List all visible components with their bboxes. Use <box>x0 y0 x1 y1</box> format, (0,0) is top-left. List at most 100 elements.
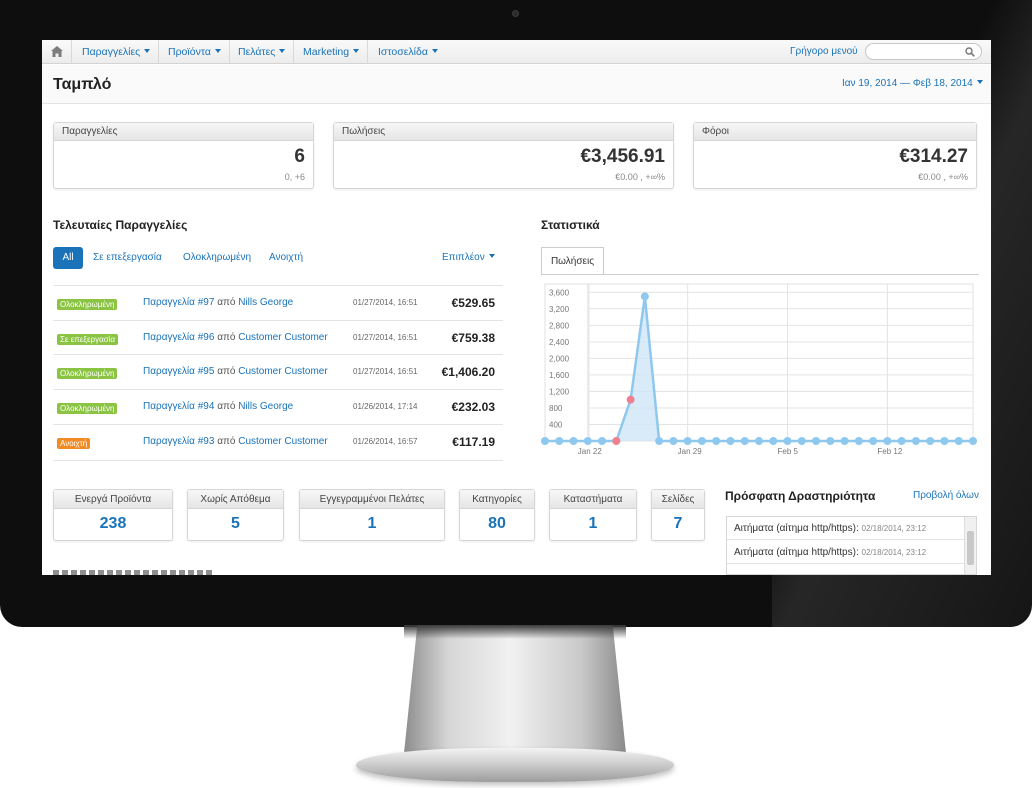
count-value: 1 <box>588 515 598 532</box>
order-row[interactable]: Ανοιχτή Παραγγελία #93 από Customer Cust… <box>53 424 503 459</box>
data-point <box>940 437 949 445</box>
nav-products-label: Προϊόντα <box>168 46 211 58</box>
data-point <box>797 437 806 445</box>
data-point <box>854 437 863 445</box>
y-tick-label: 3,600 <box>549 288 570 297</box>
count-active-products[interactable]: Ενεργά Προϊόντα 238 <box>53 489 173 541</box>
nav-marketing[interactable]: Marketing <box>295 40 369 64</box>
order-row[interactable]: Σε επεξεργασία Παραγγελία #96 από Custom… <box>53 320 503 355</box>
order-date: 01/26/2014, 17:14 <box>353 402 418 411</box>
status-badge: Ολοκληρωμένη <box>57 299 118 310</box>
order-link[interactable]: Παραγγελία #96 από Customer Customer <box>143 332 328 343</box>
top-navigation: Παραγγελίες Προϊόντα Πελάτες Marketing Ι… <box>42 40 991 64</box>
order-row[interactable]: Ολοκληρωμένη Παραγγελία #94 από Nills Ge… <box>53 389 503 424</box>
y-tick-label: 1,200 <box>549 387 570 396</box>
order-date: 01/27/2014, 16:51 <box>353 333 418 342</box>
caret-down-icon <box>353 49 360 53</box>
activity-item[interactable]: Αιτήματα (αίτημα http/https): 02/18/2014… <box>727 517 964 540</box>
order-link[interactable]: Παραγγελία #94 από Nills George <box>143 401 293 412</box>
order-number: Παραγγελία #95 <box>143 366 215 377</box>
data-point <box>826 437 835 445</box>
filter-all[interactable]: All <box>53 247 83 269</box>
by-word: από <box>217 401 236 412</box>
count-value: 7 <box>673 515 683 532</box>
divider <box>53 460 503 461</box>
customer-name: Customer Customer <box>238 366 328 377</box>
count-categories[interactable]: Κατηγορίες 80 <box>459 489 535 541</box>
data-point <box>969 437 977 445</box>
data-point <box>697 437 706 445</box>
data-point <box>569 437 578 445</box>
search-input[interactable] <box>865 43 982 60</box>
y-tick-label: 2,800 <box>549 321 570 330</box>
view-all-link[interactable]: Προβολή όλων <box>913 490 979 501</box>
date-range-label: Ιαν 19, 2014 — Φεβ 18, 2014 <box>842 78 973 89</box>
data-point <box>911 437 920 445</box>
more-dropdown[interactable]: Επιπλέον <box>442 247 495 269</box>
date-range-picker[interactable]: Ιαν 19, 2014 — Φεβ 18, 2014 <box>842 78 983 89</box>
order-link[interactable]: Παραγγελία #95 από Customer Customer <box>143 366 328 377</box>
count-label: Σελίδες <box>652 490 704 509</box>
count-registered-customers[interactable]: Εγγεγραμμένοι Πελάτες 1 <box>299 489 445 541</box>
order-row[interactable]: Ολοκληρωμένη Παραγγελία #97 από Nills Ge… <box>53 285 503 320</box>
caret-down-icon <box>214 49 221 53</box>
by-word: από <box>217 366 236 377</box>
next-section-title-cutoff <box>53 570 213 575</box>
stat-change: €0.00 , +∞% <box>615 172 665 182</box>
nav-orders[interactable]: Παραγγελίες <box>74 40 160 64</box>
data-point <box>769 437 778 445</box>
count-stores[interactable]: Καταστήματα 1 <box>549 489 637 541</box>
camera-icon <box>512 10 519 17</box>
x-tick-label: Feb 12 <box>877 447 902 456</box>
nav-products[interactable]: Προϊόντα <box>160 40 230 64</box>
stand-shadow <box>404 625 626 639</box>
activity-panel: Αιτήματα (αίτημα http/https): 02/18/2014… <box>726 516 977 575</box>
count-value: 80 <box>488 515 506 532</box>
data-point <box>812 437 821 445</box>
filter-open[interactable]: Ανοιχτή <box>269 247 303 269</box>
count-label: Ενεργά Προϊόντα <box>54 490 172 509</box>
stat-label: Παραγγελίες <box>54 123 313 141</box>
activity-text: Αιτήματα (αίτημα http/https): <box>734 523 859 534</box>
data-point <box>626 395 635 404</box>
count-pages[interactable]: Σελίδες 7 <box>651 489 705 541</box>
data-point <box>669 437 678 445</box>
order-link[interactable]: Παραγγελία #93 από Customer Customer <box>143 436 328 447</box>
stat-value: €314.27 <box>899 146 968 167</box>
stat-change: €0.00 , +∞% <box>918 172 968 182</box>
x-tick-label: Jan 29 <box>678 447 703 456</box>
by-word: από <box>217 297 236 308</box>
filter-processing[interactable]: Σε επεξεργασία <box>93 247 162 269</box>
order-amount: €759.38 <box>451 331 495 345</box>
recent-activity-title: Πρόσφατη Δραστηριότητα <box>725 489 876 503</box>
count-value: 238 <box>99 515 127 532</box>
quick-menu-link[interactable]: Γρήγορο μενού <box>790 40 858 64</box>
activity-scrollbar[interactable] <box>964 517 976 574</box>
y-tick-label: 2,400 <box>549 338 570 347</box>
order-number: Παραγγελία #93 <box>143 436 215 447</box>
count-out-of-stock[interactable]: Χωρίς Απόθεμα 5 <box>187 489 284 541</box>
caret-down-icon <box>976 80 983 84</box>
status-badge: Ολοκληρωμένη <box>57 368 118 379</box>
activity-item[interactable]: Αιτήματα (αίτημα http/https): 02/18/2014… <box>727 541 964 564</box>
by-word: από <box>217 332 236 343</box>
nav-customers[interactable]: Πελάτες <box>230 40 295 64</box>
activity-time: 02/18/2014, 23:12 <box>861 548 927 557</box>
divider <box>541 274 979 275</box>
monitor-stand-base <box>356 748 674 782</box>
home-button[interactable] <box>42 40 72 64</box>
page-title: Ταμπλό <box>53 76 112 93</box>
filter-complete[interactable]: Ολοκληρωμένη <box>183 247 251 269</box>
data-point <box>740 437 749 445</box>
data-point <box>726 437 735 445</box>
order-date: 01/26/2014, 16:57 <box>353 437 418 446</box>
y-tick-label: 2,000 <box>549 354 570 363</box>
data-point <box>869 437 878 445</box>
nav-website[interactable]: Ιστοσελίδα <box>370 40 446 64</box>
order-link[interactable]: Παραγγελία #97 από Nills George <box>143 297 293 308</box>
tab-sales[interactable]: Πωλήσεις <box>541 247 604 275</box>
x-tick-label: Feb 5 <box>778 447 799 456</box>
order-row[interactable]: Ολοκληρωμένη Παραγγελία #95 από Customer… <box>53 354 503 389</box>
scrollbar-thumb[interactable] <box>967 531 974 565</box>
search-icon <box>965 47 975 57</box>
